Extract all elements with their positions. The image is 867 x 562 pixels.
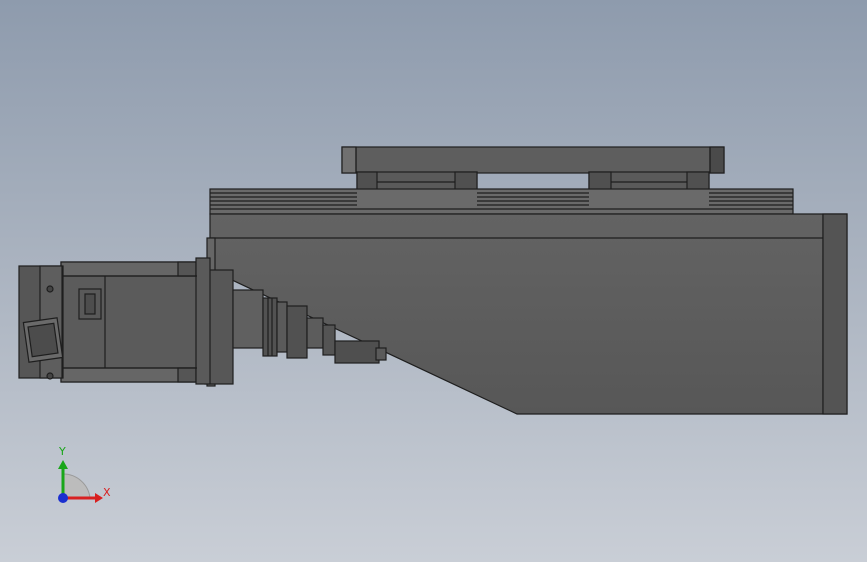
z-axis-point xyxy=(58,493,68,503)
cad-viewport[interactable]: X Y xyxy=(0,0,867,562)
guide-rail xyxy=(209,188,794,215)
linear-stage-model[interactable] xyxy=(18,146,848,415)
x-axis-arrowhead xyxy=(95,493,103,503)
x-axis-label: X xyxy=(103,486,111,499)
coordinate-triad[interactable]: X Y xyxy=(58,445,111,503)
triad-rotation-arc xyxy=(62,473,91,499)
motor-end-cap xyxy=(18,265,64,380)
y-axis-arrowhead xyxy=(58,460,68,469)
servo-motor xyxy=(60,257,211,385)
y-axis-label: Y xyxy=(58,445,66,458)
carriage-plate xyxy=(341,146,725,174)
